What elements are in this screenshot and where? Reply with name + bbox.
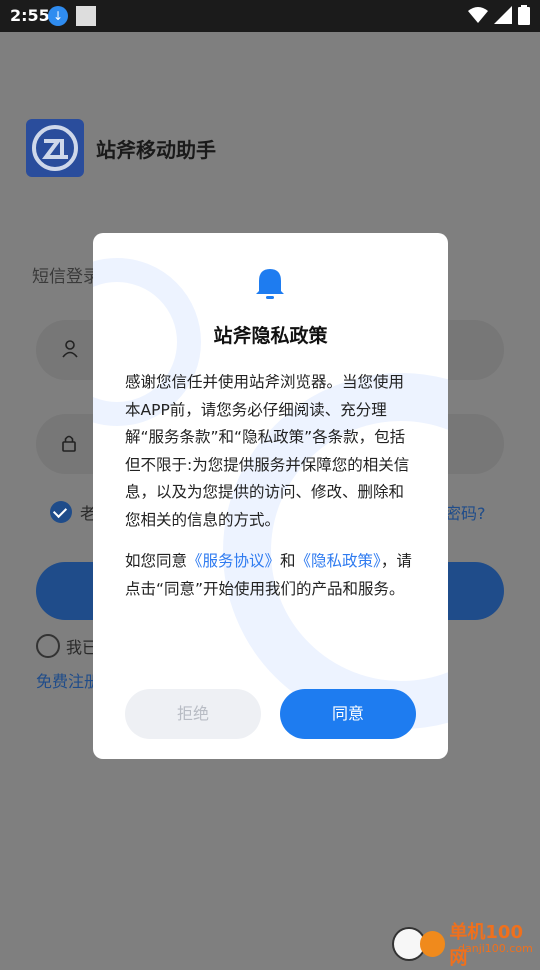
consent-paragraph: 如您同意《服务协议》和《隐私政策》，请点击“同意”开始使用我们的产品和服务。 <box>125 548 417 603</box>
user-icon <box>62 340 78 358</box>
remember-checkbox[interactable] <box>50 501 72 523</box>
service-agreement-link[interactable]: 《服务协议》 <box>187 552 280 570</box>
forgot-password-link[interactable]: 密码? <box>445 500 486 524</box>
consent-and: 和 <box>280 552 296 570</box>
agreement-radio[interactable] <box>36 634 60 658</box>
sms-login-tab[interactable]: 短信登录 <box>32 262 100 287</box>
app-notification-icon <box>76 6 96 26</box>
refuse-button[interactable]: 拒绝 <box>125 689 261 739</box>
app-logo <box>26 119 84 177</box>
bell-icon <box>256 269 284 299</box>
logo-emblem-icon <box>32 125 78 171</box>
app-name: 站斧移动助手 <box>96 138 216 162</box>
register-link[interactable]: 免费注册 <box>36 668 100 692</box>
consent-prefix: 如您同意 <box>125 552 188 570</box>
status-bar: 2:55 ↓ <box>0 0 540 32</box>
agree-button[interactable]: 同意 <box>280 689 416 739</box>
watermark-dot-icon <box>419 931 446 957</box>
download-icon: ↓ <box>48 6 68 26</box>
lock-icon <box>62 435 76 452</box>
privacy-dialog: 站斧隐私政策 感谢您信任并使用站斧浏览器。当您使用本APP前，请您务必仔细阅读、… <box>93 233 448 759</box>
battery-icon <box>518 5 530 25</box>
wifi-icon <box>468 7 488 23</box>
watermark-url: danji100.com <box>458 942 533 955</box>
dialog-title: 站斧隐私政策 <box>213 325 328 347</box>
dialog-body: 感谢您信任并使用站斧浏览器。当您使用本APP前，请您务必仔细阅读、充分理解“服务… <box>125 369 417 603</box>
privacy-paragraph: 感谢您信任并使用站斧浏览器。当您使用本APP前，请您务必仔细阅读、充分理解“服务… <box>125 373 410 529</box>
privacy-policy-link[interactable]: 《隐私政策》 <box>296 552 381 570</box>
watermark: 单机100网 danji100.com <box>392 918 540 970</box>
status-time: 2:55 <box>10 6 50 25</box>
signal-icon <box>494 6 512 24</box>
